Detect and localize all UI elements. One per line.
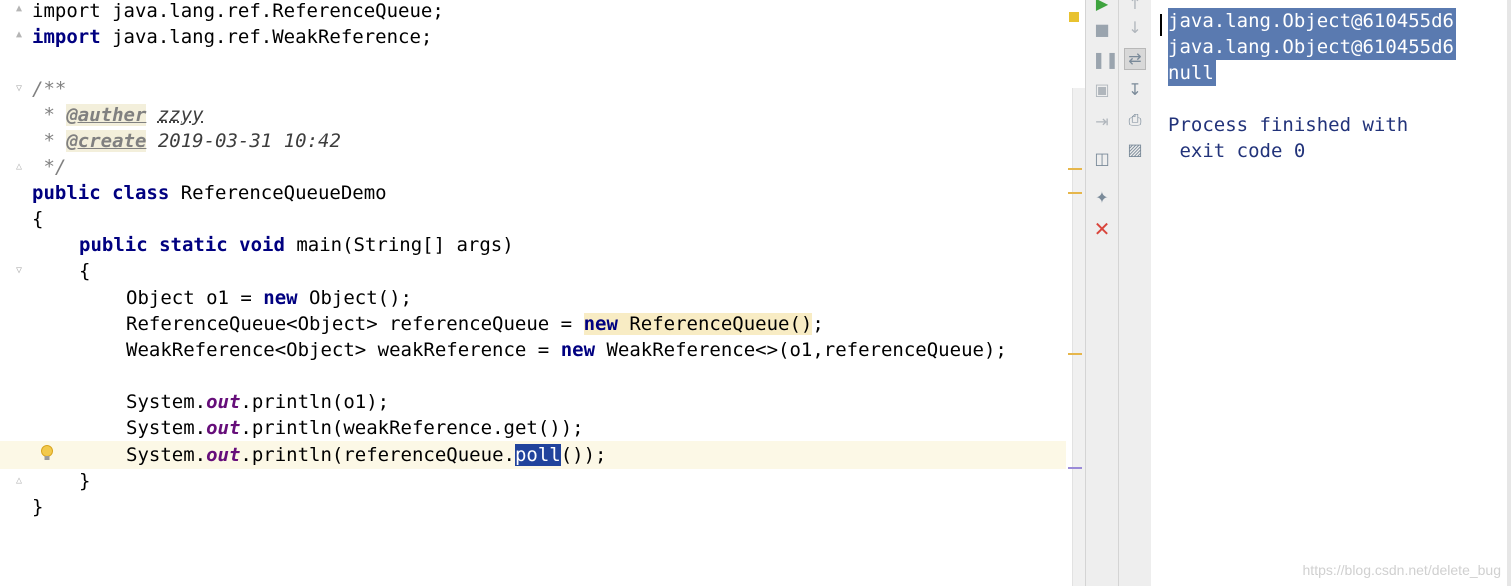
code-editor[interactable]: ▲ ▲ ▽ △ ▽ △ import java.lang.ref.Referen… (0, 0, 1085, 586)
code-line: { (79, 260, 91, 282)
fold-marker-icon[interactable]: ▲ (16, 30, 26, 40)
stripe-mark[interactable] (1068, 192, 1082, 194)
login-icon[interactable]: ⇥ (1092, 112, 1112, 132)
console-line: java.lang.Object@610455d6 (1168, 34, 1456, 60)
close-icon[interactable]: ✕ (1092, 219, 1112, 239)
stop-icon[interactable]: ■ (1092, 20, 1112, 40)
code-line: { (32, 208, 44, 230)
doc-comment-line: * @auther zzyy (32, 104, 204, 126)
up-arrow-icon[interactable]: ↑ (1125, 0, 1145, 14)
code-line: } (79, 470, 91, 492)
process-status-line: Process finished with (1168, 114, 1409, 136)
lightbulb-icon[interactable] (40, 445, 54, 463)
console-line: java.lang.Object@610455d6 (1168, 8, 1456, 34)
run-icon[interactable]: ▶ (1092, 0, 1112, 14)
code-line: import java.lang.ref.WeakReference; (32, 26, 433, 48)
watermark: https://blog.csdn.net/delete_bug (1302, 562, 1501, 578)
code-line: Object o1 = new Object(); (126, 287, 412, 309)
doc-comment-line: * @create 2019-03-31 10:42 (32, 130, 341, 152)
wrap-icon[interactable]: ⇄ (1124, 48, 1146, 70)
down-arrow-icon[interactable]: ↓ (1125, 18, 1145, 38)
console-output[interactable]: java.lang.Object@610455d6 java.lang.Obje… (1151, 0, 1511, 586)
code-line: public class ReferenceQueueDemo (32, 182, 387, 204)
camera-icon[interactable]: ▣ (1092, 80, 1112, 100)
fold-marker-icon[interactable]: △ (16, 476, 26, 486)
editor-scrollbar[interactable] (1072, 88, 1085, 586)
code-line: System.out.println(weakReference.get()); (126, 417, 584, 439)
code-line: System.out.println(o1); (126, 391, 390, 413)
code-line: } (32, 496, 44, 518)
selected-text: poll (514, 444, 561, 466)
trash-icon[interactable]: ▨ (1125, 140, 1145, 160)
fold-marker-icon[interactable]: ▽ (16, 84, 26, 94)
analysis-status-icon[interactable] (1069, 12, 1079, 22)
code-line: import java.lang.ref.ReferenceQueue; (32, 0, 444, 22)
pin-icon[interactable]: ✦ (1092, 188, 1112, 208)
layout-icon[interactable]: ◫ (1092, 149, 1112, 169)
run-toolbar: ▶ ■ ❚❚ ▣ ⇥ ◫ ✦ ✕ (1085, 0, 1119, 586)
fold-marker-icon[interactable]: ▲ (16, 4, 26, 14)
text-cursor-icon (1160, 14, 1164, 36)
code-line: WeakReference<Object> weakReference = ne… (126, 339, 1007, 361)
console-toolbar: ↑ ↓ ⇄ ↧ ⎙ ▨ (1118, 0, 1152, 586)
fold-marker-icon[interactable]: △ (16, 162, 26, 172)
console-line: null (1168, 60, 1216, 86)
doc-comment-line: /** (32, 78, 67, 100)
fold-marker-icon[interactable]: ▽ (16, 266, 26, 276)
code-line: public static void main(String[] args) (79, 234, 514, 256)
console-scrollbar[interactable] (1507, 0, 1511, 586)
code-line-current: System.out.println(referenceQueue.poll()… (126, 444, 607, 466)
print-icon[interactable]: ⎙ (1125, 110, 1145, 130)
scroll-to-end-icon[interactable]: ↧ (1125, 80, 1145, 100)
pause-icon[interactable]: ❚❚ (1092, 50, 1119, 70)
doc-comment-line: */ (32, 156, 67, 178)
stripe-mark[interactable] (1068, 353, 1082, 355)
code-line: ReferenceQueue<Object> referenceQueue = … (126, 313, 824, 335)
stripe-mark[interactable] (1068, 168, 1082, 170)
process-status-line: exit code 0 (1168, 140, 1306, 162)
stripe-mark[interactable] (1068, 467, 1082, 469)
